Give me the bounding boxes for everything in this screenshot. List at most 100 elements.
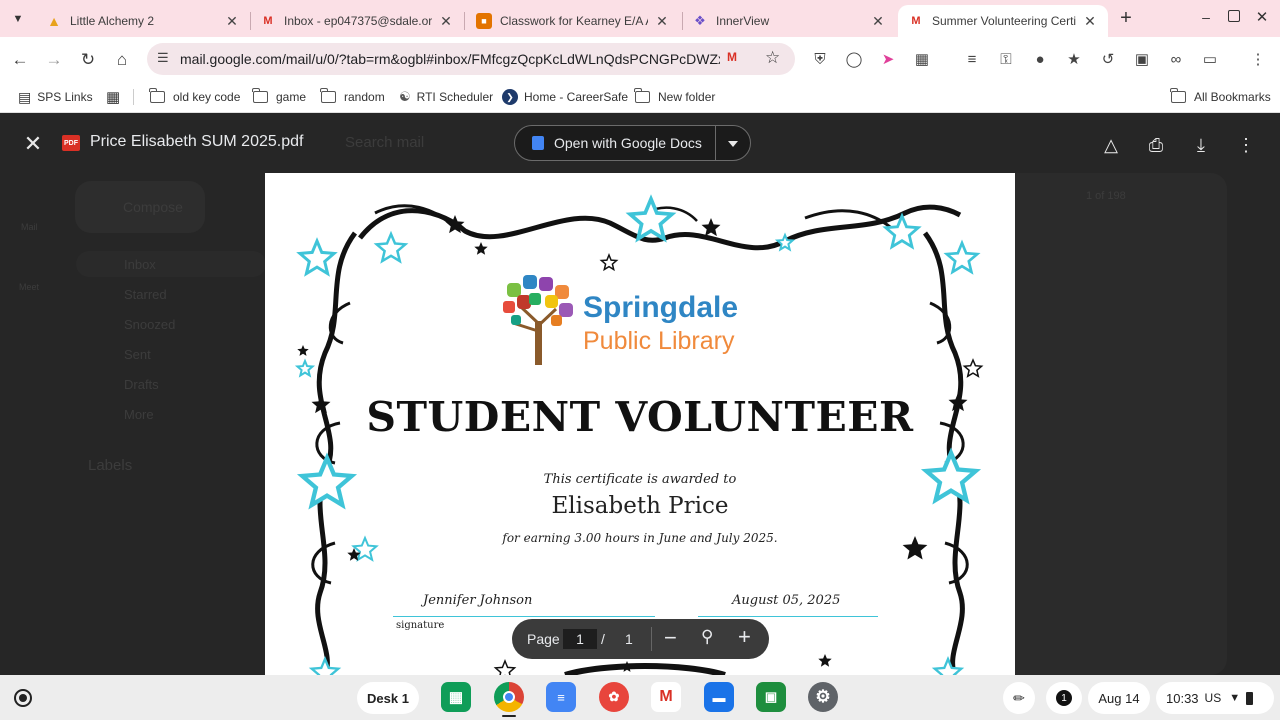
gmail-icon: M <box>911 15 921 27</box>
bookmark-sps-links[interactable]: ▤ SPS Links <box>18 87 93 107</box>
extension-arrow-icon[interactable]: ➤ <box>878 49 898 69</box>
screenshot-icon[interactable]: ▣ <box>1132 49 1152 69</box>
status-area[interactable]: 10:33 US ▼ <box>1156 682 1274 714</box>
page-total: 1 <box>625 631 633 647</box>
zoom-reset-icon[interactable]: ⚲ <box>701 627 713 647</box>
close-window-icon[interactable]: ✕ <box>1254 8 1270 26</box>
bookmark-rti-scheduler[interactable]: ☯ RTI Scheduler <box>399 87 493 107</box>
home-icon[interactable]: ⌂ <box>110 48 134 72</box>
tab-summer-volunteering[interactable]: M Summer Volunteering Certific ✕ <box>898 5 1108 37</box>
zoom-out-icon[interactable]: − <box>664 625 677 651</box>
url-text[interactable]: mail.google.com/mail/u/0/?tab=rm&ogbl#in… <box>180 51 720 67</box>
awarded-to-text: This certificate is awarded to <box>543 472 737 487</box>
page-number-input[interactable]: 1 <box>563 629 597 649</box>
link-icon[interactable]: ∞ <box>1166 49 1186 69</box>
canvas-icon[interactable]: ✿ <box>599 682 629 712</box>
reader-icon[interactable]: ≡ <box>962 49 982 69</box>
stylus-tools-icon[interactable]: ✏ <box>1003 682 1035 714</box>
more-options-icon[interactable]: ⋮ <box>1234 133 1258 157</box>
star-ornament <box>621 661 633 672</box>
bookmark-all-bookmarks[interactable]: All Bookmarks <box>1170 87 1271 107</box>
tab-search-button[interactable]: ▼ <box>8 9 28 29</box>
input-locale: US <box>1204 691 1222 705</box>
chrome-icon[interactable] <box>494 682 524 712</box>
clock: 10:33 <box>1166 690 1199 706</box>
notification-center[interactable]: 1 <box>1046 682 1082 714</box>
bookmark-old-key-code[interactable]: old key code <box>149 87 240 107</box>
close-tab-icon[interactable]: ✕ <box>870 13 886 30</box>
star-ornament <box>625 194 677 243</box>
new-tab-button[interactable]: + <box>1116 8 1136 29</box>
bookmark-game[interactable]: game <box>252 87 306 107</box>
docs-icon[interactable]: ≡ <box>546 682 576 712</box>
forward-icon[interactable]: → <box>42 48 66 72</box>
pdf-icon: PDF <box>62 135 80 151</box>
innerview-icon: ❖ <box>694 13 706 28</box>
print-icon[interactable]: ⎙ <box>1144 133 1168 157</box>
sheets-icon[interactable]: ▦ <box>441 682 471 712</box>
close-tab-icon[interactable]: ✕ <box>438 13 454 30</box>
vpn-shield-icon[interactable]: ◯ <box>844 49 864 69</box>
location-icon[interactable]: ● <box>1030 49 1050 69</box>
active-app-indicator <box>502 715 516 717</box>
notification-count: 1 <box>1056 690 1072 706</box>
site-settings-icon[interactable]: ☰ <box>157 50 169 66</box>
gmail-icon[interactable]: M <box>651 682 681 712</box>
add-to-drive-icon[interactable]: △ <box>1099 133 1123 157</box>
zoom-in-icon[interactable]: + <box>738 624 751 650</box>
files-icon[interactable]: ▬ <box>704 682 734 712</box>
library-tree-logo <box>503 275 573 365</box>
desk-switcher[interactable]: Desk 1 <box>357 682 419 714</box>
launcher-icon[interactable] <box>14 689 32 707</box>
page-navigation-bar: Page 1 / 1 − ⚲ + <box>512 619 769 659</box>
chevron-down-icon[interactable] <box>728 141 738 147</box>
close-tab-icon[interactable]: ✕ <box>654 13 670 30</box>
close-tab-icon[interactable]: ✕ <box>224 13 240 30</box>
settings-icon[interactable]: ⚙ <box>808 682 838 712</box>
favorites-icon[interactable]: ★ <box>1064 49 1084 69</box>
battery-icon <box>1246 691 1254 705</box>
history-icon[interactable]: ↺ <box>1098 49 1118 69</box>
address-bar[interactable]: ☰ mail.google.com/mail/u/0/?tab=rm&ogbl#… <box>147 43 795 75</box>
star-ornament <box>373 230 409 264</box>
back-icon[interactable]: ← <box>8 48 32 72</box>
date-line <box>698 616 878 617</box>
bookmark-new-folder[interactable]: New folder <box>634 87 715 107</box>
close-viewer-icon[interactable]: ✕ <box>22 133 44 155</box>
shield-icon[interactable]: ⛨ <box>810 49 830 69</box>
signer-name: Jennifer Johnson <box>423 593 533 608</box>
apps-grid-icon[interactable]: ▦ <box>106 87 120 107</box>
devices-icon[interactable]: ▭ <box>1200 49 1220 69</box>
minimize-icon[interactable]: – <box>1198 9 1214 25</box>
download-icon[interactable]: ⤓ <box>1189 133 1213 157</box>
tab-little-alchemy[interactable]: ▲ Little Alchemy 2 ✕ <box>36 5 250 37</box>
key-icon[interactable]: ⚿ <box>996 49 1016 69</box>
extensions-icon[interactable]: ▦ <box>912 49 932 69</box>
bookmark-random[interactable]: random <box>320 87 385 107</box>
tab-innerview[interactable]: ❖ InnerView ✕ <box>682 5 896 37</box>
little-alchemy-icon: ▲ <box>47 13 61 29</box>
signature-line <box>393 616 655 617</box>
hours-text: for earning 3.00 hours in June and July … <box>502 531 778 545</box>
pdf-viewer-overlay: Search mail Compose Inbox Starred Snooze… <box>0 113 1280 675</box>
folder-icon <box>1170 88 1186 103</box>
folder-icon <box>320 88 336 103</box>
restore-icon[interactable] <box>1228 10 1240 22</box>
close-tab-icon[interactable]: ✕ <box>1082 13 1098 30</box>
calendar-date[interactable]: Aug 14 <box>1088 682 1150 714</box>
library-name-line2: Public Library <box>583 327 735 355</box>
menu-icon[interactable]: ⋮ <box>1248 49 1268 69</box>
open-with-google-docs-button[interactable]: Open with Google Docs <box>514 125 751 161</box>
star-ornament <box>474 242 488 255</box>
tab-inbox[interactable]: M Inbox - ep047375@sdale.org ✕ <box>250 5 464 37</box>
star-ornament <box>818 654 832 667</box>
wifi-icon: ▼ <box>1229 692 1241 704</box>
classroom-icon[interactable]: ▣ <box>756 682 786 712</box>
reload-icon[interactable]: ↻ <box>76 48 100 72</box>
bookmark-careersafe[interactable]: ❯ Home - CareerSafe <box>502 87 628 107</box>
star-ornament <box>701 218 721 237</box>
tab-classwork[interactable]: ■ Classwork for Kearney E/A Ac ✕ <box>466 5 680 37</box>
tab-strip: ▼ ▲ Little Alchemy 2 ✕ M Inbox - ep04737… <box>0 0 1280 37</box>
folder-icon <box>252 88 268 103</box>
bookmark-star-icon[interactable]: ☆ <box>765 48 780 68</box>
